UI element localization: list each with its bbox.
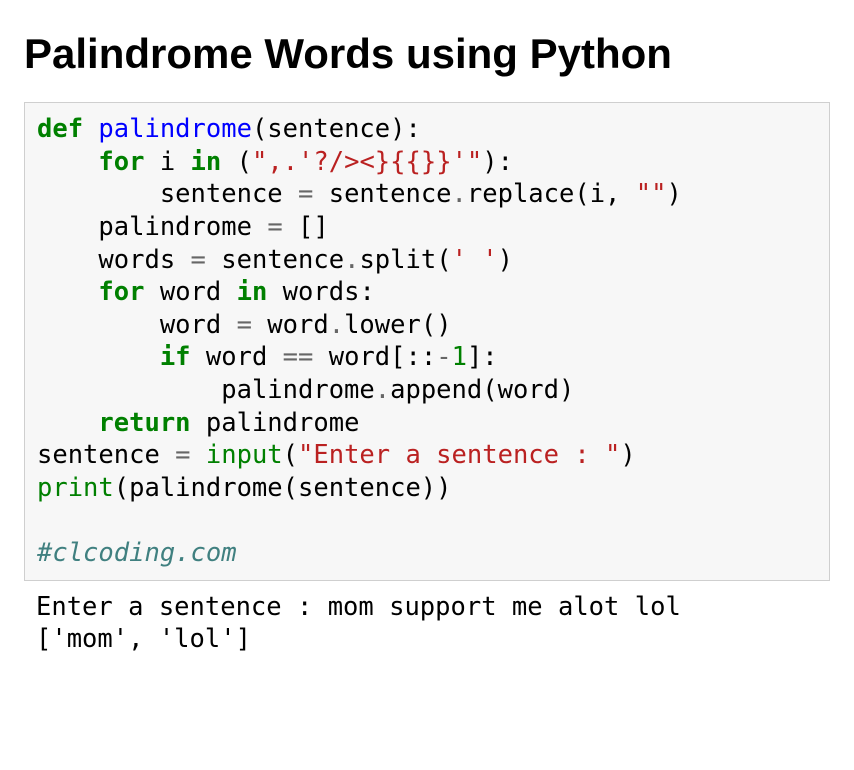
code-text: sentence — [160, 179, 298, 209]
code-text: word — [252, 310, 329, 340]
indent — [37, 408, 98, 438]
code-text: palindrome — [98, 212, 267, 242]
builtin: input — [206, 440, 283, 470]
code-text: sentence — [313, 179, 451, 209]
code-text: ): — [482, 147, 513, 177]
code-text: word — [144, 277, 236, 307]
indent — [37, 375, 221, 405]
code-block: def palindrome(sentence): for i in (",.'… — [24, 102, 830, 581]
comment: #clcoding.com — [37, 538, 237, 568]
keyword-for: for — [98, 147, 144, 177]
code-text: words: — [267, 277, 374, 307]
page-title: Palindrome Words using Python — [24, 30, 830, 78]
keyword-for: for — [98, 277, 144, 307]
indent — [37, 245, 98, 275]
operator: . — [375, 375, 390, 405]
code-text: [] — [283, 212, 329, 242]
indent — [37, 179, 160, 209]
code-text: lower() — [344, 310, 451, 340]
output-line: ['mom', 'lol'] — [36, 624, 251, 654]
indent — [37, 277, 98, 307]
keyword-in: in — [237, 277, 268, 307]
operator: . — [452, 179, 467, 209]
string-literal: "" — [636, 179, 667, 209]
operator: . — [344, 245, 359, 275]
code-text: words — [98, 245, 190, 275]
string-literal: ",.'?/><}{{}}'" — [252, 147, 482, 177]
code-text: word — [160, 310, 237, 340]
code-text: word — [191, 342, 283, 372]
code-text: sentence — [206, 245, 344, 275]
keyword-return: return — [98, 408, 190, 438]
operator: = — [267, 212, 282, 242]
code-text: ) — [498, 245, 513, 275]
keyword-if: if — [160, 342, 191, 372]
code-text: i — [144, 147, 190, 177]
code-text: append(word) — [390, 375, 574, 405]
output-block: Enter a sentence : mom support me alot l… — [24, 581, 830, 656]
operator: = — [298, 179, 313, 209]
code-text: ) — [667, 179, 682, 209]
operator: = — [191, 245, 206, 275]
code-text: ( — [283, 440, 298, 470]
code-text: palindrome — [221, 375, 375, 405]
code-text: replace(i, — [467, 179, 636, 209]
code-text: ) — [620, 440, 635, 470]
fn-name: palindrome — [98, 114, 252, 144]
indent — [37, 212, 98, 242]
indent — [37, 310, 160, 340]
builtin: print — [37, 473, 114, 503]
code-text: palindrome — [191, 408, 360, 438]
output-line: Enter a sentence : mom support me alot l… — [36, 592, 681, 622]
code-text: (sentence): — [252, 114, 421, 144]
operator: = — [175, 440, 190, 470]
operator: - — [436, 342, 451, 372]
indent — [37, 342, 160, 372]
code-text — [191, 440, 206, 470]
operator: = — [237, 310, 252, 340]
indent — [37, 147, 98, 177]
string-literal: "Enter a sentence : " — [298, 440, 620, 470]
string-literal: ' ' — [452, 245, 498, 275]
code-text: word[:: — [313, 342, 436, 372]
code-text: ( — [221, 147, 252, 177]
code-text: (palindrome(sentence)) — [114, 473, 452, 503]
operator: == — [283, 342, 314, 372]
keyword-in: in — [191, 147, 222, 177]
code-text: ]: — [467, 342, 498, 372]
operator: . — [329, 310, 344, 340]
number: 1 — [452, 342, 467, 372]
keyword-def: def — [37, 114, 83, 144]
code-text: split( — [359, 245, 451, 275]
code-text: sentence — [37, 440, 175, 470]
